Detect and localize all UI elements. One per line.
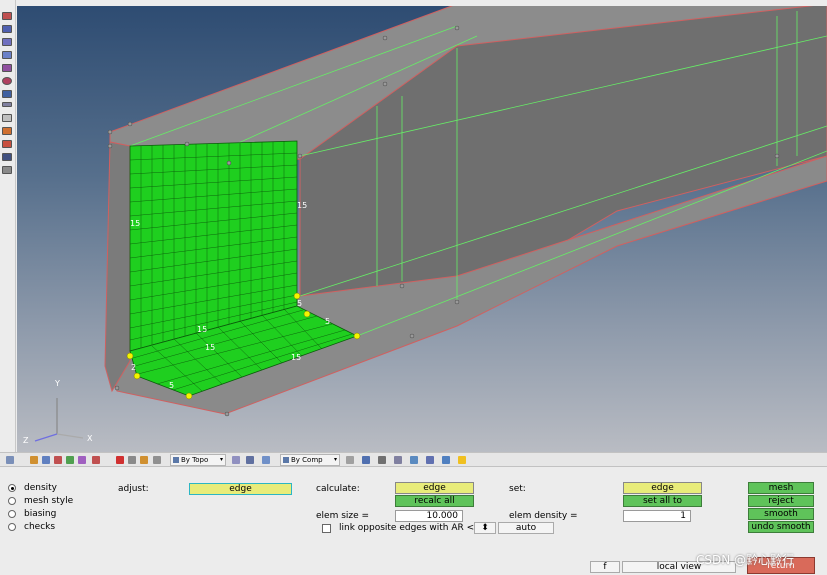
tool-icon-4[interactable]	[2, 51, 12, 59]
graphics-viewport[interactable]: 15 15 15 15 15 5 2 5 5 Y X Z	[17, 6, 827, 452]
display-icon[interactable]	[246, 456, 254, 464]
tool-icon-3[interactable]	[2, 38, 12, 46]
display-icon[interactable]	[378, 456, 386, 464]
display-icon[interactable]	[426, 456, 434, 464]
display-icon[interactable]	[128, 456, 136, 464]
mesh-button[interactable]: mesh	[748, 482, 814, 494]
density-label: 15	[205, 343, 215, 352]
adjust-label: adjust:	[118, 484, 149, 494]
mode-checks[interactable]: checks	[8, 521, 55, 533]
density-label: 2	[131, 363, 136, 372]
auto-button[interactable]: auto	[498, 522, 554, 534]
link-opposite-edges-checkbox[interactable]	[322, 524, 331, 533]
end-face-left	[104, 141, 131, 393]
elem-size-input[interactable]: 10.000	[395, 510, 463, 522]
tool-icon-12[interactable]	[2, 153, 12, 161]
color-mode-icon	[173, 457, 179, 463]
reject-button[interactable]: reject	[748, 495, 814, 507]
view-toolbar: By Topo ▾ By Comp ▾	[0, 452, 827, 467]
tool-icon-9[interactable]	[2, 114, 12, 122]
display-icon[interactable]	[78, 456, 86, 464]
radio-button[interactable]	[8, 497, 16, 505]
display-icon[interactable]	[54, 456, 62, 464]
comp-dropdown-label: By Comp	[291, 456, 323, 464]
set-all-to-button[interactable]: set all to	[623, 495, 702, 507]
density-label: 15	[291, 353, 301, 362]
display-icon[interactable]	[153, 456, 161, 464]
undo-smooth-button[interactable]: undo smooth	[748, 521, 814, 533]
mode-label: checks	[24, 522, 56, 532]
display-icon[interactable]	[442, 456, 450, 464]
mode-label: density	[24, 483, 57, 493]
elem-density-label: elem density =	[509, 511, 578, 521]
display-icon[interactable]	[140, 456, 148, 464]
calculate-label: calculate:	[316, 484, 360, 494]
topo-color-dropdown[interactable]: By Topo ▾	[170, 454, 226, 466]
density-label: 5	[325, 317, 330, 326]
topo-dropdown-label: By Topo	[181, 456, 209, 464]
elem-density-input[interactable]: 1	[623, 510, 691, 522]
tool-icon-11[interactable]	[2, 140, 12, 148]
chevron-down-icon: ▾	[333, 456, 337, 463]
display-icon[interactable]	[42, 456, 50, 464]
ar-toggle-button[interactable]: ⬍	[474, 522, 496, 534]
tool-icon-10[interactable]	[2, 127, 12, 135]
density-label: 15	[130, 219, 140, 228]
display-icon[interactable]	[92, 456, 100, 464]
display-icon[interactable]	[362, 456, 370, 464]
calculate-selector[interactable]: edge	[395, 482, 474, 494]
display-icon[interactable]	[346, 456, 354, 464]
axis-y-label: Y	[54, 379, 60, 388]
star-icon[interactable]	[458, 456, 466, 464]
radio-button[interactable]	[8, 510, 16, 518]
mesh-scene: 15 15 15 15 15 5 2 5 5 Y X Z	[23, 6, 827, 445]
elem-size-label: elem size =	[316, 511, 370, 521]
axis-triad: Y X Z	[23, 379, 93, 445]
mode-mesh-style[interactable]: mesh style	[8, 495, 73, 507]
color-mode-icon	[283, 457, 289, 463]
tool-icon-1[interactable]	[2, 12, 12, 20]
tool-icon-2[interactable]	[2, 25, 12, 33]
density-label: 5	[169, 381, 174, 390]
watermark: CSDN @黔心黔行	[696, 553, 795, 567]
set-selector[interactable]: edge	[623, 482, 702, 494]
mode-label: biasing	[24, 509, 57, 519]
density-label: 15	[297, 201, 307, 210]
display-icon[interactable]	[66, 456, 74, 464]
radio-button[interactable]	[8, 523, 16, 531]
mode-density[interactable]: density	[8, 482, 57, 494]
grid-icon[interactable]	[6, 456, 14, 464]
display-icon[interactable]	[262, 456, 270, 464]
density-label: 15	[197, 325, 207, 334]
left-toolbar	[0, 0, 16, 452]
display-icon[interactable]	[394, 456, 402, 464]
tool-icon-8[interactable]	[2, 102, 12, 107]
radio-button[interactable]	[8, 484, 16, 492]
density-label: 5	[297, 299, 302, 308]
set-label: set:	[509, 484, 526, 494]
tool-icon-6[interactable]	[2, 77, 12, 85]
tool-icon-5[interactable]	[2, 64, 12, 72]
comp-color-dropdown[interactable]: By Comp ▾	[280, 454, 340, 466]
axis-z-label: Z	[23, 436, 29, 445]
chevron-down-icon: ▾	[219, 456, 223, 463]
tool-icon-7[interactable]	[2, 90, 12, 98]
recalc-all-button[interactable]: recalc all	[395, 495, 474, 507]
smooth-button[interactable]: smooth	[748, 508, 814, 520]
adjust-selector[interactable]: edge	[189, 483, 292, 495]
close-icon[interactable]	[116, 456, 124, 464]
display-icon[interactable]	[232, 456, 240, 464]
display-icon[interactable]	[30, 456, 38, 464]
link-opposite-edges-label: link opposite edges with AR <	[339, 523, 475, 533]
axis-x-label: X	[87, 434, 93, 443]
display-icon[interactable]	[410, 456, 418, 464]
f-button[interactable]: f	[590, 561, 620, 573]
mode-biasing[interactable]: biasing	[8, 508, 56, 520]
tool-icon-13[interactable]	[2, 166, 12, 174]
mode-label: mesh style	[24, 496, 74, 506]
